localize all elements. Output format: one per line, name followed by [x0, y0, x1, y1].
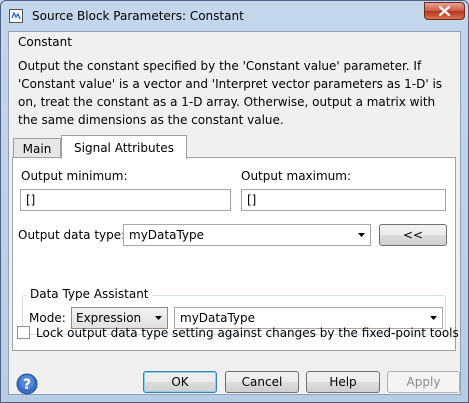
svg-text:?: ? [23, 377, 31, 393]
chevron-down-icon [430, 316, 437, 320]
signal-attributes-panel: Output minimum: [] Output maximum: [] Ou… [12, 157, 456, 351]
block-type-title: Constant [18, 35, 72, 49]
data-type-assistant-toggle-button[interactable]: << [379, 224, 447, 246]
block-description-group: Constant Output the constant specified b… [9, 32, 460, 132]
data-type-assistant-title: Data Type Assistant [27, 287, 152, 301]
help-icon[interactable]: ? [16, 373, 38, 395]
help-button[interactable]: Help [306, 371, 380, 393]
ok-button[interactable]: OK [143, 371, 217, 393]
dialog-window: Source Block Parameters: Constant Consta… [0, 0, 469, 403]
close-icon [439, 6, 450, 16]
tab-main[interactable]: Main [13, 138, 61, 157]
mode-label: Mode: [29, 311, 66, 325]
cancel-button[interactable]: Cancel [225, 371, 299, 393]
block-description: Output the constant specified by the 'Co… [18, 59, 443, 127]
mode-value: Expression [76, 311, 142, 325]
dialog-client: Constant Output the constant specified b… [8, 31, 461, 395]
chevron-down-icon [155, 316, 162, 320]
lock-data-type-label: Lock output data type setting against ch… [36, 326, 459, 340]
lock-data-type-checkbox[interactable] [17, 326, 30, 339]
title-bar[interactable]: Source Block Parameters: Constant [1, 1, 468, 31]
output-data-type-combo[interactable]: myDataType [123, 224, 371, 246]
output-minimum-input[interactable]: [] [20, 189, 231, 211]
tab-bar: Main Signal Attributes [9, 135, 460, 159]
apply-button[interactable]: Apply [387, 371, 460, 393]
data-type-expression-value: myDataType [180, 311, 256, 325]
tab-signal-attributes[interactable]: Signal Attributes [61, 135, 187, 159]
close-button[interactable] [424, 2, 465, 20]
simulink-block-icon [9, 9, 23, 23]
output-maximum-label: Output maximum: [241, 169, 352, 183]
output-data-type-label: Output data type: [18, 228, 126, 242]
output-minimum-label: Output minimum: [21, 169, 128, 183]
chevron-down-icon [358, 233, 365, 237]
window-title: Source Block Parameters: Constant [32, 9, 244, 23]
output-maximum-input[interactable]: [] [241, 189, 446, 211]
output-data-type-value: myDataType [129, 228, 205, 242]
